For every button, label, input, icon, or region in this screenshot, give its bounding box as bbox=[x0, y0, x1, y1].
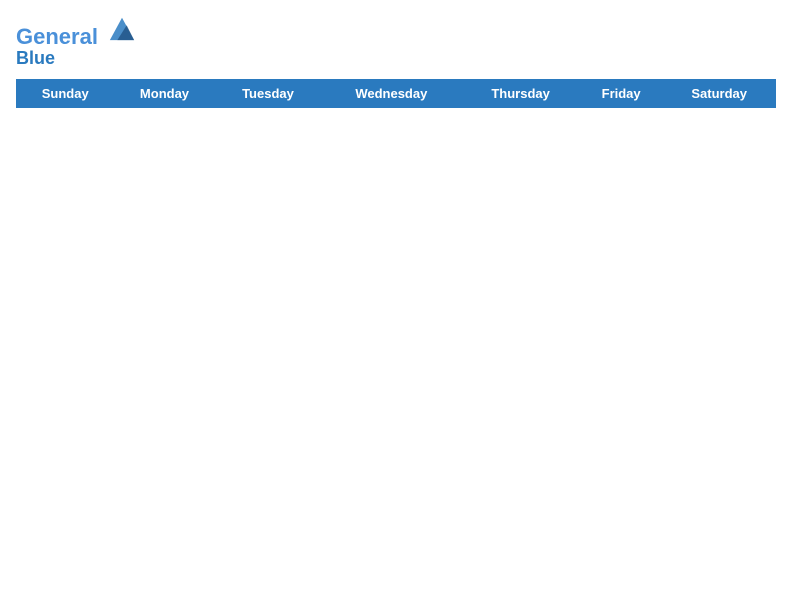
logo: General Blue bbox=[16, 16, 136, 69]
logo-icon bbox=[108, 14, 136, 42]
calendar-table: SundayMondayTuesdayWednesdayThursdayFrid… bbox=[16, 79, 776, 108]
day-header-wednesday: Wednesday bbox=[321, 79, 462, 107]
logo-text: General bbox=[16, 16, 136, 49]
day-header-friday: Friday bbox=[579, 79, 663, 107]
page-header: General Blue bbox=[16, 16, 776, 69]
day-header-monday: Monday bbox=[114, 79, 215, 107]
day-header-saturday: Saturday bbox=[663, 79, 776, 107]
day-header-tuesday: Tuesday bbox=[215, 79, 321, 107]
calendar-header-row: SundayMondayTuesdayWednesdayThursdayFrid… bbox=[17, 79, 776, 107]
day-header-thursday: Thursday bbox=[462, 79, 580, 107]
logo-blue: Blue bbox=[16, 49, 136, 69]
day-header-sunday: Sunday bbox=[17, 79, 114, 107]
